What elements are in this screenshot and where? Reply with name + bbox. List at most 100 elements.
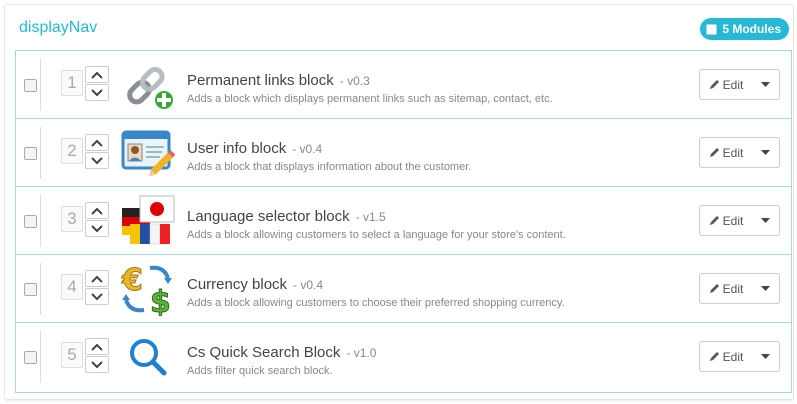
modules-count-label: 5 Modules [722,22,781,36]
module-version: - v0.4 [293,278,324,292]
edit-label: Edit [722,77,744,92]
module-version: - v0.4 [292,142,323,156]
edit-button-group: Edit [699,69,780,100]
move-down-button[interactable] [85,152,109,169]
module-description: Adds a block that displays information a… [187,161,472,173]
move-up-button[interactable] [85,134,109,151]
panel-title: displayNav [19,19,98,36]
svg-text:€: € [121,263,143,298]
module-row: 4 € $ Currency block - v0.4 Adds a block… [16,255,791,323]
edit-label: Edit [722,213,744,228]
caret-down-icon [760,354,770,359]
edit-dropdown-toggle[interactable] [751,206,779,235]
module-checkbox[interactable] [24,147,37,160]
move-down-button[interactable] [85,288,109,305]
edit-label: Edit [722,349,744,364]
chevron-down-icon [91,292,103,300]
module-logo [120,330,176,384]
module-description: Adds a block allowing customers to choos… [187,297,565,309]
module-row: 3 Language selector block - v1.5 Adds a … [16,187,791,255]
row-divider [40,331,41,383]
chevron-up-icon [91,207,103,215]
module-name-text: Permanent links block [187,72,334,89]
modules-count-badge[interactable]: 5 Modules [700,18,789,40]
edit-button-group: Edit [699,341,780,372]
pencil-icon [709,352,719,361]
move-up-button[interactable] [85,66,109,83]
edit-button-group: Edit [699,273,780,304]
position-number: 4 [61,274,83,300]
module-description: Adds a block which displays permanent li… [187,93,553,105]
module-row: 1 Permanent links block - v0.3 Adds a bl… [16,51,791,119]
module-name: Permanent links block - v0.3 [187,72,370,89]
move-down-button[interactable] [85,220,109,237]
edit-button[interactable]: Edit [700,138,752,167]
row-divider [40,195,41,247]
pencil-icon [709,148,719,157]
module-row: 5 Cs Quick Search Block - v1.0 Adds filte… [16,323,791,391]
edit-button[interactable]: Edit [700,70,752,99]
edit-button[interactable]: Edit [700,274,752,303]
position-number: 3 [61,206,83,232]
user-card-pencil-icon [121,130,176,177]
module-version: - v0.3 [339,74,370,88]
move-up-button[interactable] [85,338,109,355]
module-description: Adds filter quick search block. [187,365,333,377]
chevron-up-icon [91,343,103,351]
move-up-button[interactable] [85,202,109,219]
module-checkbox[interactable] [24,79,37,92]
edit-dropdown-toggle[interactable] [751,274,779,303]
module-name-text: Cs Quick Search Block [187,344,341,361]
module-logo [120,58,176,112]
edit-button[interactable]: Edit [700,342,752,371]
pencil-icon [709,80,719,89]
module-name: User info block - v0.4 [187,140,322,157]
select-all-checkbox[interactable] [706,23,718,35]
edit-dropdown-toggle[interactable] [751,342,779,371]
chevron-down-icon [91,360,103,368]
module-description: Adds a block allowing customers to selec… [187,229,566,241]
flags-icon [122,195,175,245]
module-name-text: User info block [187,140,287,157]
svg-text:$: $ [150,285,171,316]
position-number: 1 [61,70,83,96]
module-name: Currency block - v0.4 [187,276,323,293]
caret-down-icon [760,286,770,291]
move-up-button[interactable] [85,270,109,287]
pencil-icon [709,216,719,225]
edit-button-group: Edit [699,137,780,168]
module-row: 2 User info block - v0.4 Adds a block th… [16,119,791,187]
position-number: 2 [61,138,83,164]
edit-dropdown-toggle[interactable] [751,138,779,167]
move-down-button[interactable] [85,84,109,101]
module-checkbox[interactable] [24,351,37,364]
edit-dropdown-toggle[interactable] [751,70,779,99]
move-down-button[interactable] [85,356,109,373]
module-checkbox[interactable] [24,283,37,296]
module-logo: € $ [120,262,176,321]
magnifier-icon [130,339,167,376]
edit-label: Edit [722,145,744,160]
position-arrows [85,134,109,170]
edit-label: Edit [722,281,744,296]
chain-link-add-icon [127,67,175,111]
module-version: - v1.5 [355,210,386,224]
module-name-text: Currency block [187,276,288,293]
edit-button[interactable]: Edit [700,206,752,235]
edit-button-group: Edit [699,205,780,236]
module-version: - v1.0 [346,346,377,360]
module-name: Cs Quick Search Block - v1.0 [187,344,376,361]
position-arrows [85,66,109,102]
module-name-text: Language selector block [187,208,350,225]
module-logo [120,194,176,248]
module-checkbox[interactable] [24,215,37,228]
caret-down-icon [760,150,770,155]
position-arrows [85,338,109,374]
module-name: Language selector block - v1.5 [187,208,386,225]
caret-down-icon [760,82,770,87]
euro-dollar-exchange-icon: € $ [121,263,172,321]
pencil-icon [709,284,719,293]
hook-panel: displayNav 5 Modules 1 Permanent links b… [4,4,794,400]
module-list: 1 Permanent links block - v0.3 Adds a bl… [15,50,792,393]
module-logo [120,126,176,180]
